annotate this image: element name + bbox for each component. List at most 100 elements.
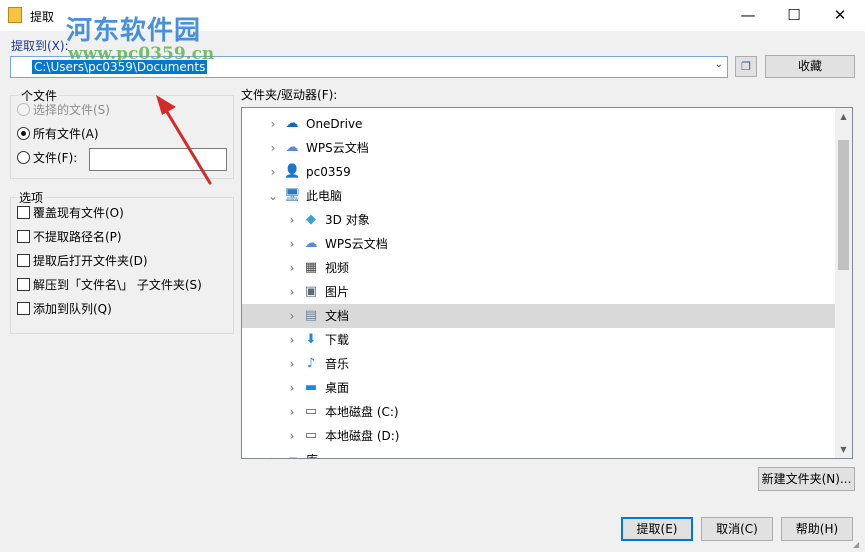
tree-item[interactable]: › ☁ OneDrive	[242, 112, 835, 136]
drive-icon: ▭	[304, 404, 318, 419]
chevron-down-icon[interactable]: ⌄	[266, 184, 280, 208]
tree-item-label: 库	[306, 448, 318, 458]
radio-all-files-label: 所有文件(A)	[33, 127, 99, 141]
option-no-paths[interactable]: 不提取路径名(P)	[17, 228, 122, 246]
tree-item[interactable]: › ▤ 文档	[242, 304, 835, 328]
tree-item-label: 本地磁盘 (D:)	[325, 429, 400, 443]
option-subfolder[interactable]: 解压到「文件名\」 子文件夹(S)	[17, 276, 202, 294]
app-icon	[8, 7, 22, 23]
copy-icon: ❐	[741, 60, 751, 73]
chevron-right-icon[interactable]: ›	[285, 232, 299, 256]
checkbox[interactable]	[17, 302, 30, 315]
tree-item[interactable]: › ☁ WPS云文档	[242, 232, 835, 256]
tree-item[interactable]: › ▭ 本地磁盘 (C:)	[242, 400, 835, 424]
user-icon: 👤	[284, 164, 301, 179]
browse-folder-button[interactable]: ❐	[735, 56, 757, 77]
option-overwrite-label: 覆盖现有文件(O)	[33, 206, 124, 220]
desktop-icon: ▬	[304, 380, 318, 395]
options-group: 选项 覆盖现有文件(O) 不提取路径名(P) 提取后打开文件夹(D) 解压到「文…	[10, 189, 234, 334]
favorites-button[interactable]: 收藏	[765, 55, 855, 78]
radio-specific-files-label: 文件(F):	[33, 151, 78, 165]
chevron-right-icon[interactable]: ›	[285, 256, 299, 280]
checkbox[interactable]	[17, 254, 30, 267]
checkbox[interactable]	[17, 206, 30, 219]
new-folder-button[interactable]: 新建文件夹(N)...	[758, 467, 855, 491]
documents-icon: ▤	[304, 308, 318, 323]
option-subfolder-label: 解压到「文件名\」 子文件夹(S)	[33, 278, 202, 292]
3d-objects-icon: ◆	[306, 212, 316, 227]
maximize-button[interactable]: ☐	[771, 0, 817, 31]
chevron-right-icon[interactable]: ›	[285, 424, 299, 448]
tree-item[interactable]: › ♪ 音乐	[242, 352, 835, 376]
close-button[interactable]: ✕	[817, 0, 863, 31]
option-queue[interactable]: 添加到队列(Q)	[17, 300, 112, 318]
radio-circle[interactable]	[17, 127, 30, 140]
tree-item[interactable]: › ▭ 本地磁盘 (D:)	[242, 424, 835, 448]
radio-specific-files[interactable]: 文件(F):	[17, 149, 77, 167]
destination-label: 提取到(X):	[11, 39, 69, 53]
option-open-folder-label: 提取后打开文件夹(D)	[33, 254, 148, 268]
pictures-icon: ▣	[304, 284, 318, 299]
checkbox[interactable]	[17, 278, 30, 291]
music-icon: ♪	[306, 356, 316, 371]
option-no-paths-label: 不提取路径名(P)	[33, 230, 122, 244]
extract-button[interactable]: 提取(E)	[621, 517, 693, 541]
computer-icon: 🖥	[284, 188, 301, 203]
scroll-up-icon[interactable]: ▲	[835, 108, 852, 125]
tree-item-label: 图片	[325, 285, 350, 299]
scroll-down-icon[interactable]: ▼	[835, 441, 852, 458]
chevron-right-icon[interactable]: ›	[285, 400, 299, 424]
tree-item-label: 视频	[325, 261, 350, 275]
tree-item[interactable]: › ◆ 3D 对象	[242, 208, 835, 232]
tree-item[interactable]: › ⬇ 下载	[242, 328, 835, 352]
chevron-right-icon[interactable]: ›	[285, 328, 299, 352]
tree-item-label: WPS云文档	[306, 141, 369, 155]
minimize-button[interactable]: —	[725, 0, 771, 31]
tree-item[interactable]: › ☁ WPS云文档	[242, 136, 835, 160]
tree-item-label: 文档	[325, 309, 350, 323]
tree-item-label: WPS云文档	[325, 237, 388, 251]
tree-label: 文件夹/驱动器(F):	[241, 88, 338, 102]
resize-grip-icon[interactable]: ◢	[853, 540, 863, 550]
tree-item-label: 桌面	[325, 381, 350, 395]
video-icon: ▦	[304, 260, 318, 275]
chevron-down-icon[interactable]: ⌄	[715, 59, 723, 70]
download-icon: ⬇	[305, 332, 317, 347]
drive-icon: ▭	[304, 428, 318, 443]
help-button[interactable]: 帮助(H)	[781, 517, 853, 541]
tree-item[interactable]: › ▰ 库	[242, 448, 835, 458]
radio-selected-files-label: 选择的文件(S)	[33, 103, 110, 117]
tree-item[interactable]: › ▬ 桌面	[242, 376, 835, 400]
option-queue-label: 添加到队列(Q)	[33, 302, 112, 316]
window-title: 提取	[30, 10, 55, 24]
radio-all-files[interactable]: 所有文件(A)	[17, 125, 99, 143]
radio-selected-files: 选择的文件(S)	[17, 101, 110, 119]
option-open-folder[interactable]: 提取后打开文件夹(D)	[17, 252, 148, 270]
option-overwrite[interactable]: 覆盖现有文件(O)	[17, 204, 124, 222]
checkbox[interactable]	[17, 230, 30, 243]
radio-circle[interactable]	[17, 151, 30, 164]
chevron-right-icon[interactable]: ›	[266, 160, 280, 184]
cancel-button[interactable]: 取消(C)	[701, 517, 773, 541]
annotation-arrow-icon	[156, 95, 212, 185]
chevron-right-icon[interactable]: ›	[266, 112, 280, 136]
tree-item-label: OneDrive	[306, 117, 363, 131]
chevron-right-icon[interactable]: ›	[266, 448, 280, 458]
chevron-right-icon[interactable]: ›	[285, 280, 299, 304]
tree-item-label: 本地磁盘 (C:)	[325, 405, 399, 419]
chevron-right-icon[interactable]: ›	[285, 376, 299, 400]
scrollbar-thumb[interactable]	[838, 139, 849, 270]
tree-item-label: pc0359	[306, 165, 351, 179]
tree-item-label: 音乐	[325, 357, 350, 371]
tree-item-label: 下载	[325, 333, 350, 347]
tree-item[interactable]: › 👤 pc0359	[242, 160, 835, 184]
vertical-scrollbar[interactable]: ▲ ▼	[835, 108, 852, 458]
tree-item[interactable]: › ▦ 视频	[242, 256, 835, 280]
chevron-right-icon[interactable]: ›	[285, 208, 299, 232]
chevron-right-icon[interactable]: ›	[285, 352, 299, 376]
chevron-right-icon[interactable]: ›	[266, 136, 280, 160]
tree-item[interactable]: › ▣ 图片	[242, 280, 835, 304]
folder-tree[interactable]: › ☁ OneDrive › ☁ WPS云文档 › 👤 pc0359 ⌄ 🖥 此电脑 › ◆ 3D 对象 › ☁…	[241, 107, 853, 459]
tree-item[interactable]: ⌄ 🖥 此电脑	[242, 184, 835, 208]
chevron-right-icon[interactable]: ›	[285, 304, 299, 328]
